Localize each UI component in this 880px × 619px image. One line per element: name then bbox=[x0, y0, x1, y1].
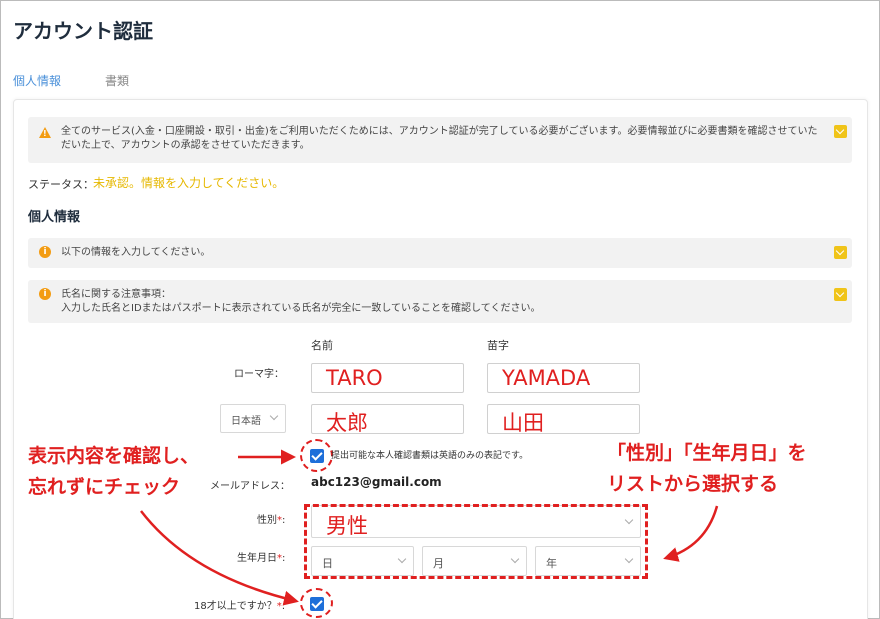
annotation-arrows bbox=[140, 449, 719, 606]
arrow-to-age-checkbox bbox=[140, 510, 299, 606]
arrow-to-dob-box bbox=[663, 505, 719, 562]
